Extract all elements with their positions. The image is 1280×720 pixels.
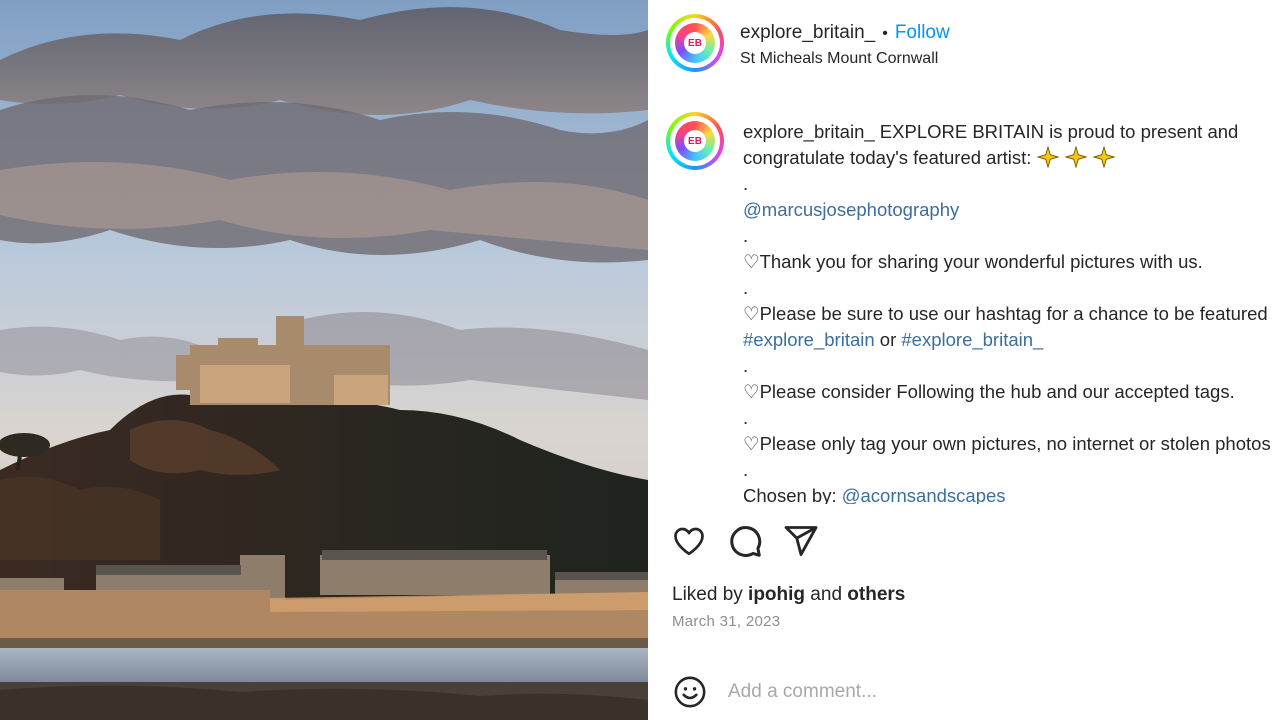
likes-others-link[interactable]: others <box>847 584 905 605</box>
caption-avatar[interactable]: EB <box>666 112 724 170</box>
caption-thanks: ♡Thank you for sharing your wonderful pi… <box>743 251 1203 272</box>
caption-follow-note: ♡Please consider Following the hub and o… <box>743 381 1235 402</box>
castle-photo-illustration <box>0 0 648 720</box>
post-date: March 31, 2023 <box>672 613 781 630</box>
hashtag-link[interactable]: #explore_britain_ <box>901 329 1043 350</box>
post-detail-panel: EB explore_britain_ • Follow St Micheals M… <box>648 0 1280 720</box>
sparkle-icon <box>1092 146 1115 168</box>
comment-icon <box>730 526 762 557</box>
sparkle-icon <box>1064 146 1087 168</box>
caption-dot: . <box>743 459 749 480</box>
caption-own-pictures-note: ♡Please only tag your own pictures, no i… <box>743 433 1271 454</box>
header-name-row: explore_britain_ • Follow <box>740 22 950 44</box>
artist-mention-link[interactable]: @marcusjosephotography <box>743 199 959 220</box>
caption-dot: . <box>743 277 749 298</box>
likes-middle: and <box>805 584 848 605</box>
comment-input[interactable] <box>728 676 1248 708</box>
emoji-button[interactable] <box>672 674 708 710</box>
separator-dot: • <box>882 25 888 42</box>
hashtag-link[interactable]: #explore_britain <box>743 329 875 350</box>
heart-icon <box>674 527 704 556</box>
send-icon <box>784 526 818 556</box>
smiley-icon <box>674 676 706 708</box>
like-button[interactable] <box>670 522 708 560</box>
caption-line-2: congratulate today's featured artist: <box>743 147 1037 168</box>
caption-username-link[interactable]: explore_britain_ <box>743 121 875 142</box>
chooser-mention-link[interactable]: @acornsandscapes <box>842 485 1006 504</box>
caption-dot: . <box>743 225 749 246</box>
post-photo[interactable] <box>0 0 648 720</box>
caption-or: or <box>874 329 902 350</box>
caption-dot: . <box>743 173 749 194</box>
location-link[interactable]: St Micheals Mount Cornwall <box>740 50 938 68</box>
comment-button[interactable] <box>726 522 764 560</box>
likes-summary: Liked by ipohig and others <box>672 584 905 606</box>
follow-button[interactable]: Follow <box>895 22 950 43</box>
sparkle-icon <box>1036 146 1059 168</box>
post-caption: EB explore_britain_ EXPLORE BRITAIN is p… <box>666 112 1280 504</box>
comment-bar <box>672 672 1272 712</box>
caption-hashtag-note: ♡Please be sure to use our hashtag for a… <box>743 303 1268 324</box>
post-actions <box>670 522 870 562</box>
caption-chosen-by: Chosen by: <box>743 485 842 504</box>
caption-dot: . <box>743 355 749 376</box>
caption-avatar-initials: EB <box>684 130 706 152</box>
avatar-initials: EB <box>684 32 706 54</box>
caption-dot: . <box>743 407 749 428</box>
liker-username-link[interactable]: ipohig <box>748 584 805 605</box>
post-header: EB explore_britain_ • Follow St Micheals M… <box>666 14 1266 74</box>
share-button[interactable] <box>782 522 820 560</box>
caption-text: explore_britain_ EXPLORE BRITAIN is prou… <box>743 119 1280 504</box>
profile-avatar[interactable]: EB <box>666 14 724 72</box>
likes-prefix: Liked by <box>672 584 749 605</box>
caption-line-1: EXPLORE BRITAIN is proud to present and <box>874 121 1239 142</box>
username-link[interactable]: explore_britain_ <box>740 22 875 43</box>
